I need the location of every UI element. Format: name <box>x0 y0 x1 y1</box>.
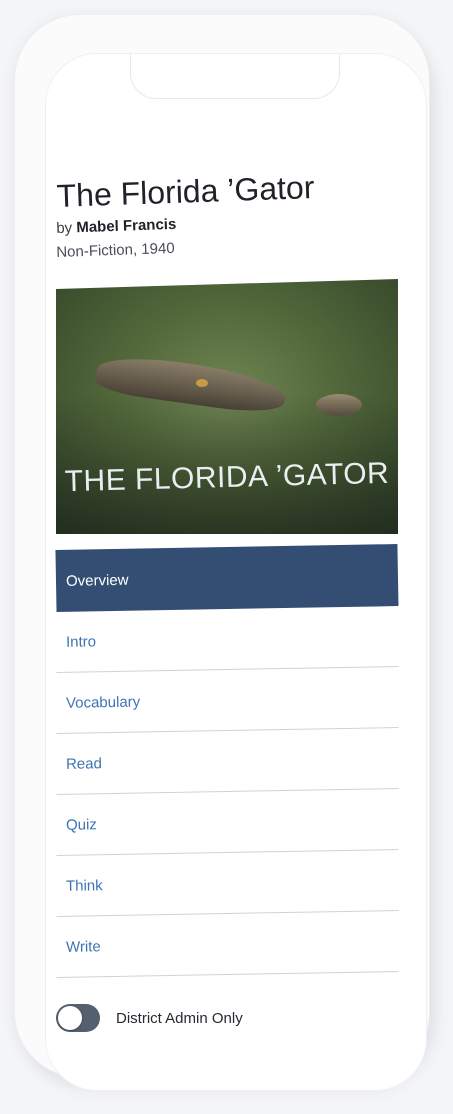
district-admin-toggle[interactable] <box>56 1004 100 1032</box>
menu-item-intro[interactable]: Intro <box>55 606 399 673</box>
device-notch <box>130 54 340 99</box>
toggle-knob <box>58 1006 82 1030</box>
book-title: The Florida ’Gator <box>56 169 315 214</box>
book-genre-year: Non-Fiction, 1940 <box>56 239 175 261</box>
toggle-label: District Admin Only <box>116 1009 243 1027</box>
district-admin-toggle-row: District Admin Only <box>56 1000 398 1036</box>
menu-item-vocabulary[interactable]: Vocabulary <box>55 667 399 734</box>
menu-item-read[interactable]: Read <box>55 728 399 795</box>
lesson-menu: Overview Intro Vocabulary Read Quiz Thin… <box>55 544 399 978</box>
phone-frame: The Florida ’Gator by Mabel Francis Non-… <box>14 14 430 1091</box>
menu-item-write[interactable]: Write <box>55 911 399 978</box>
book-author[interactable]: Mabel Francis <box>76 216 177 236</box>
book-cover-image: THE FLORIDA ’GATOR <box>56 279 398 534</box>
app-screen: The Florida ’Gator by Mabel Francis Non-… <box>45 53 427 1091</box>
menu-item-think[interactable]: Think <box>55 850 399 917</box>
byline-prefix: by <box>56 219 73 237</box>
book-byline: by Mabel Francis <box>56 216 177 237</box>
menu-item-overview[interactable]: Overview <box>55 544 399 612</box>
menu-item-quiz[interactable]: Quiz <box>55 789 399 856</box>
